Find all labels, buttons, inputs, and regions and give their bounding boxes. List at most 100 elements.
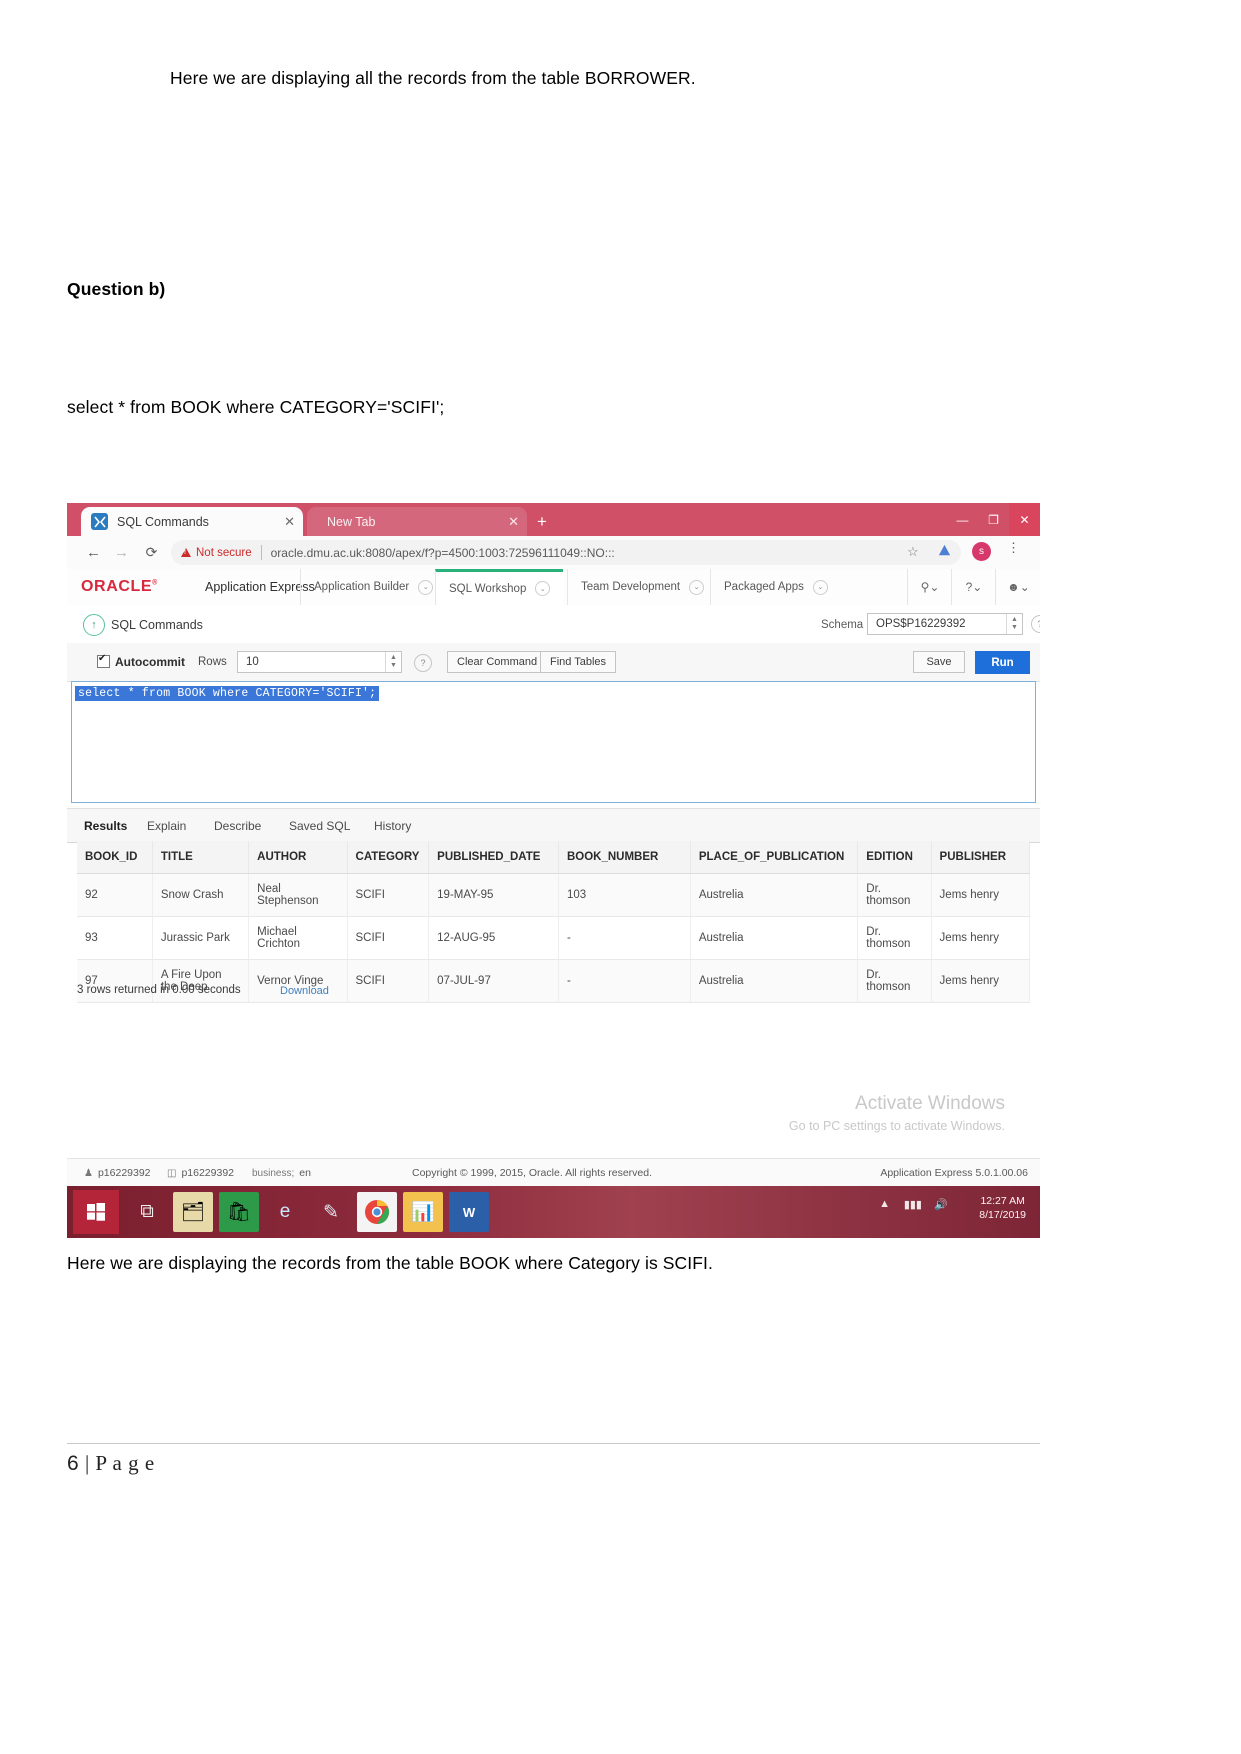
- save-button[interactable]: Save: [913, 651, 965, 673]
- rows-stepper-icon[interactable]: ▲ ▼: [385, 652, 401, 672]
- word-icon[interactable]: W: [449, 1192, 489, 1232]
- footer-language-label: en: [299, 1167, 311, 1179]
- column-header-book-number[interactable]: BOOK_NUMBER: [558, 841, 691, 874]
- taskbar-clock[interactable]: 12:27 AM 8/17/2019: [979, 1194, 1026, 1222]
- window-close-button[interactable]: ✕: [1009, 503, 1040, 536]
- cell-edition: Dr. thomson: [857, 873, 932, 917]
- apex-product-name: Application Express: [205, 580, 315, 594]
- column-header-title[interactable]: TITLE: [152, 841, 250, 874]
- clock-date: 8/17/2019: [979, 1209, 1026, 1222]
- cell-publisher: Jems henry: [931, 916, 1031, 960]
- cell-category: SCIFI: [347, 873, 430, 917]
- charts-app-icon[interactable]: 📊: [403, 1192, 443, 1232]
- schema-help-icon[interactable]: ?: [1031, 615, 1040, 633]
- back-icon[interactable]: ←: [83, 542, 104, 563]
- sql-editor-text: select * from BOOK where CATEGORY='SCIFI…: [75, 686, 380, 701]
- footer-user: ♟ p16229392: [84, 1167, 151, 1179]
- user-admin-icon[interactable]: ⚲⌄: [907, 569, 952, 605]
- tab-close-icon[interactable]: ✕: [508, 515, 519, 528]
- url-input[interactable]: Not secure oracle.dmu.ac.uk:8080/apex/f?…: [171, 540, 961, 565]
- volume-icon[interactable]: 🔊: [934, 1198, 948, 1211]
- window-maximize-button[interactable]: ❐: [978, 503, 1009, 536]
- onenote-icon[interactable]: ✎: [311, 1192, 351, 1232]
- up-arrow-icon[interactable]: ↑: [83, 614, 105, 636]
- tab-saved-sql[interactable]: Saved SQL: [289, 809, 350, 842]
- nav-label: Application Builder: [314, 581, 410, 593]
- forward-icon[interactable]: →: [111, 542, 132, 563]
- network-icon[interactable]: ▮▮▮: [904, 1198, 922, 1211]
- cell-category: SCIFI: [347, 916, 430, 960]
- file-explorer-icon[interactable]: 🗂: [173, 1192, 213, 1232]
- taskview-icon[interactable]: ⧉: [127, 1192, 167, 1232]
- schema-select[interactable]: OPS$P16229392 ▲ ▼: [867, 613, 1023, 635]
- windows-start-button[interactable]: [73, 1190, 119, 1234]
- page-title: SQL Commands: [111, 618, 203, 632]
- new-tab-button[interactable]: +: [537, 513, 547, 530]
- run-button[interactable]: Run: [975, 651, 1030, 674]
- tab-title: New Tab: [327, 514, 376, 529]
- cell-book-number: -: [558, 959, 691, 1003]
- column-header-published-date[interactable]: PUBLISHED_DATE: [428, 841, 559, 874]
- footer-language: business; en: [252, 1167, 311, 1179]
- profile-avatar[interactable]: s: [972, 542, 991, 561]
- cell-title: A Fire Upon the Deep: [152, 959, 250, 1003]
- tab-explain[interactable]: Explain: [147, 809, 186, 842]
- column-header-publisher[interactable]: PUBLISHER: [931, 841, 1031, 874]
- internet-explorer-icon[interactable]: e: [265, 1192, 305, 1232]
- tab-describe[interactable]: Describe: [214, 809, 261, 842]
- rows-returned-status: 3 rows returned in 0.00 seconds: [77, 984, 241, 996]
- column-header-book-id[interactable]: BOOK_ID: [77, 841, 153, 874]
- schema-value: OPS$P16229392: [876, 618, 966, 630]
- tray-expand-icon[interactable]: ▲: [879, 1198, 890, 1210]
- autocommit-checkbox[interactable]: [97, 653, 110, 668]
- column-header-edition[interactable]: EDITION: [857, 841, 932, 874]
- caption-paragraph: Here we are displaying the records from …: [67, 1253, 713, 1273]
- nav-team-development[interactable]: Team Development ⌄: [567, 569, 717, 605]
- cell-published-date: 12-AUG-95: [428, 916, 559, 960]
- oracle-logo-text: ORACLE: [81, 578, 153, 595]
- page-number-separator: |: [84, 1451, 90, 1475]
- window-minimize-button[interactable]: —: [947, 503, 978, 536]
- help-icon[interactable]: ?⌄: [951, 569, 996, 605]
- column-header-category[interactable]: CATEGORY: [347, 841, 430, 874]
- browser-tab-new-tab[interactable]: New Tab ✕: [307, 507, 527, 536]
- table-header-row: BOOK_ID TITLE AUTHOR CATEGORY PUBLISHED_…: [77, 841, 1031, 874]
- chevron-down-icon: ⌄: [689, 579, 705, 595]
- chevron-down-icon: ⌄: [812, 579, 828, 595]
- results-table: BOOK_ID TITLE AUTHOR CATEGORY PUBLISHED_…: [77, 841, 1031, 1003]
- extension-icon[interactable]: [937, 543, 954, 560]
- chevron-down-icon: ⌄: [418, 579, 434, 595]
- chrome-icon[interactable]: [357, 1192, 397, 1232]
- store-icon[interactable]: 🛍: [219, 1192, 259, 1232]
- schema-label: Schema: [821, 619, 864, 631]
- tab-results[interactable]: Results: [84, 809, 127, 842]
- rows-input[interactable]: 10 ▲ ▼: [237, 651, 402, 673]
- document-page: Here we are displaying all the records f…: [0, 0, 1241, 1754]
- autocommit-label: Autocommit: [115, 655, 185, 669]
- table-row: 97 A Fire Upon the Deep Vernor Vinge SCI…: [77, 959, 1031, 1003]
- cell-book-id: 97: [77, 959, 153, 1003]
- globe-icon: business;: [252, 1167, 295, 1179]
- column-header-author[interactable]: AUTHOR: [248, 841, 348, 874]
- footer-version: Application Express 5.0.1.00.06: [880, 1167, 1028, 1179]
- sql-editor[interactable]: select * from BOOK where CATEGORY='SCIFI…: [71, 681, 1036, 803]
- apex-navigation-bar: ORACLE® Application Express Application …: [67, 569, 1040, 606]
- user-icon: ♟: [84, 1167, 93, 1179]
- column-header-place-of-publication[interactable]: PLACE_OF_PUBLICATION: [690, 841, 859, 874]
- nav-packaged-apps[interactable]: Packaged Apps ⌄: [710, 569, 841, 605]
- bookmark-star-icon[interactable]: ☆: [907, 544, 919, 560]
- reload-icon[interactable]: ⟳: [141, 542, 162, 563]
- nav-sql-workshop[interactable]: SQL Workshop ⌄: [435, 569, 564, 605]
- account-icon[interactable]: ☻⌄: [995, 569, 1040, 605]
- clear-command-button[interactable]: Clear Command: [447, 651, 548, 673]
- download-link[interactable]: Download: [280, 985, 329, 997]
- browser-menu-icon[interactable]: ⋮: [1007, 541, 1020, 554]
- tab-close-icon[interactable]: ✕: [284, 515, 295, 528]
- nav-application-builder[interactable]: Application Builder ⌄: [300, 569, 446, 605]
- rows-help-icon[interactable]: ?: [414, 654, 432, 672]
- browser-tab-sql-commands[interactable]: SQL Commands ✕: [81, 507, 303, 536]
- cell-book-number: -: [558, 916, 691, 960]
- schema-stepper-icon[interactable]: ▲ ▼: [1006, 614, 1022, 634]
- tab-history[interactable]: History: [374, 809, 411, 842]
- find-tables-button[interactable]: Find Tables: [540, 651, 617, 673]
